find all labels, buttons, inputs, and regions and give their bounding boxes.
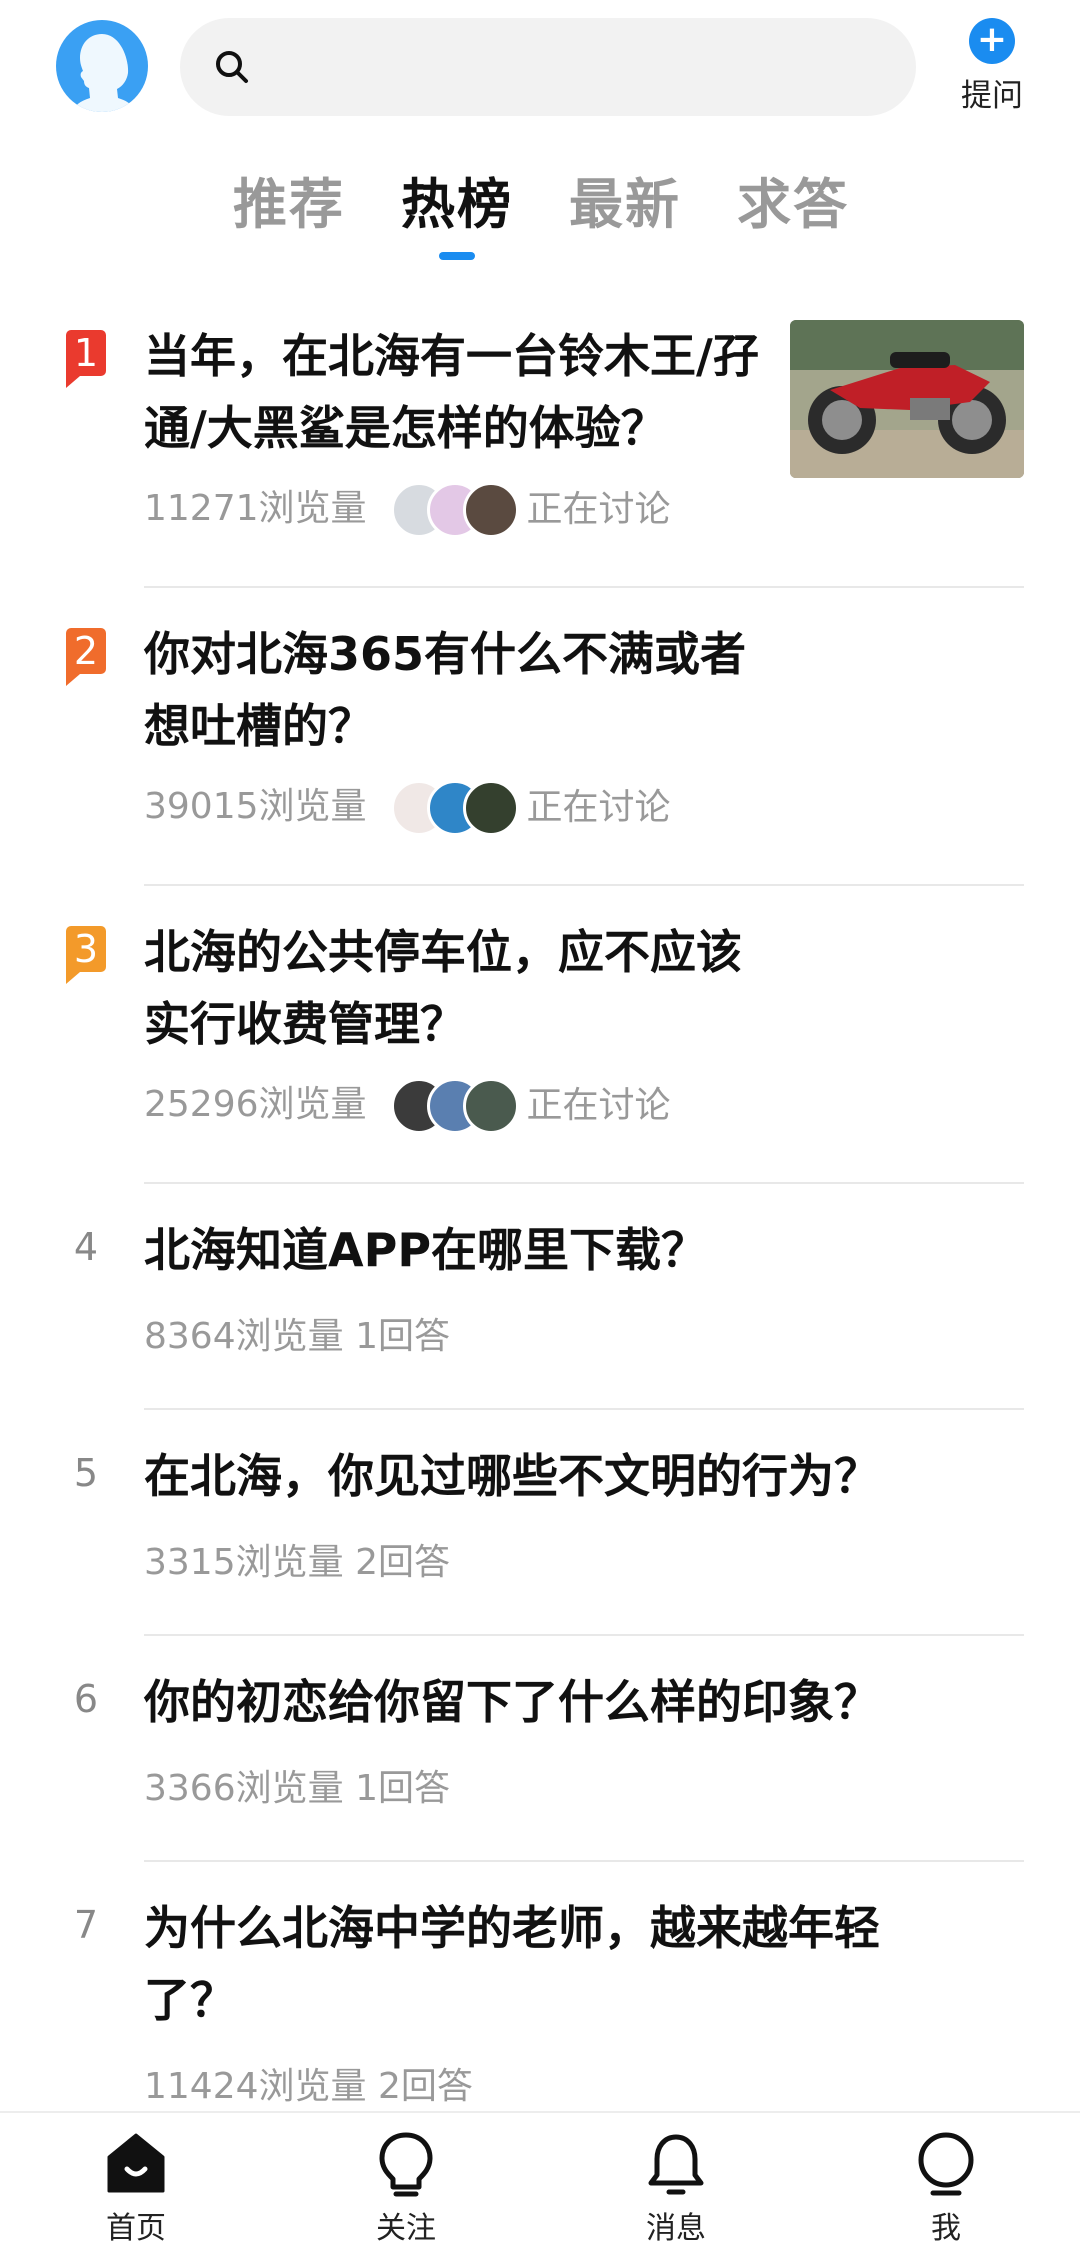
- answer-count: 1回答: [355, 1316, 450, 1357]
- avatar: [462, 1078, 519, 1134]
- nav-follow[interactable]: 关注: [346, 2129, 466, 2247]
- answer-count: 2回答: [355, 1542, 450, 1583]
- search-bar[interactable]: [180, 18, 916, 116]
- search-icon: [214, 49, 250, 85]
- top-bar: + 提问: [0, 0, 1080, 140]
- ask-label: 提问: [961, 78, 1023, 114]
- list-item[interactable]: 2 你对北海365有什么不满或者想吐槽的？ 39015浏览量 正在讨论: [0, 588, 1080, 886]
- view-count: 11424浏览量: [144, 2066, 367, 2107]
- avatar: [462, 482, 519, 538]
- rank-number: 7: [73, 1903, 99, 1947]
- question-title[interactable]: 你的初恋给你留下了什么样的印象？: [144, 1666, 944, 1738]
- ask-question-button[interactable]: + 提问: [952, 18, 1032, 122]
- rank-badge: 2: [66, 628, 106, 686]
- list-item[interactable]: 6 你的初恋给你留下了什么样的印象？ 3366浏览量 1回答: [0, 1636, 1080, 1862]
- question-meta: 11424浏览量 2回答: [144, 2062, 473, 2112]
- feed-tabs: 推荐 热榜 最新 求答: [0, 160, 1080, 260]
- nav-messages-label: 消息: [646, 2211, 706, 2246]
- rank-badge: 1: [66, 330, 106, 388]
- nav-me-label: 我: [931, 2211, 961, 2246]
- tab-hot-list[interactable]: 热榜: [392, 160, 522, 239]
- view-count: 8364浏览量: [144, 1316, 344, 1357]
- question-title[interactable]: 当年，在北海有一台铃木王/孖通/大黑鲨是怎样的体验？: [144, 320, 764, 464]
- view-count: 11271浏览量: [144, 488, 367, 529]
- list-item[interactable]: 3 北海的公共停车位，应不应该实行收费管理？ 25296浏览量 正在讨论: [0, 886, 1080, 1184]
- rank-badge: 3: [66, 926, 106, 984]
- rank-number: 4: [73, 1225, 99, 1269]
- view-count: 25296浏览量: [144, 1084, 367, 1125]
- question-title[interactable]: 你对北海365有什么不满或者想吐槽的？: [144, 618, 764, 762]
- participant-avatars: [390, 482, 521, 538]
- view-count: 3366浏览量: [144, 1768, 344, 1809]
- list-item[interactable]: 1 当年，在北海有一台铃木王/孖通/大黑鲨是怎样的体验？ 11271浏览量 正在…: [0, 290, 1080, 588]
- view-count: 39015浏览量: [144, 786, 367, 827]
- hot-question-list: 1 当年，在北海有一台铃木王/孖通/大黑鲨是怎样的体验？ 11271浏览量 正在…: [0, 290, 1080, 2162]
- profile-icon: [911, 2129, 981, 2199]
- list-item[interactable]: 4 北海知道APP在哪里下载？ 8364浏览量 1回答: [0, 1184, 1080, 1410]
- nav-follow-label: 关注: [376, 2211, 436, 2246]
- plus-icon: +: [969, 18, 1015, 64]
- answer-count: 2回答: [377, 2066, 473, 2107]
- nav-home[interactable]: 首页: [76, 2129, 196, 2247]
- question-meta: 8364浏览量 1回答: [144, 1312, 450, 1362]
- question-meta: 3366浏览量 1回答: [144, 1764, 450, 1814]
- rank-number: 5: [73, 1451, 99, 1495]
- rank-number: 6: [73, 1677, 99, 1721]
- user-avatar-icon[interactable]: [56, 20, 148, 112]
- nav-home-label: 首页: [106, 2211, 166, 2246]
- nav-messages[interactable]: 消息: [616, 2129, 736, 2247]
- lightbulb-icon: [371, 2129, 441, 2199]
- question-meta: 39015浏览量 正在讨论: [144, 780, 671, 836]
- view-count: 3315浏览量: [144, 1542, 344, 1583]
- question-thumbnail[interactable]: [790, 320, 1024, 478]
- active-tab-indicator: [439, 252, 475, 260]
- tab-seek-answers[interactable]: 求答: [728, 160, 858, 239]
- tab-recommend[interactable]: 推荐: [224, 160, 354, 239]
- question-meta: 3315浏览量 2回答: [144, 1538, 450, 1588]
- hot-list-page: + 提问 推荐 热榜 最新 求答 1 当年，在北海有一台铃木王/孖通/大黑鲨是怎…: [0, 0, 1080, 2247]
- question-title[interactable]: 北海的公共停车位，应不应该实行收费管理？: [144, 916, 764, 1060]
- question-title[interactable]: 为什么北海中学的老师，越来越年轻了？: [144, 1892, 944, 2036]
- home-icon: [101, 2129, 171, 2199]
- nav-me[interactable]: 我: [886, 2129, 1006, 2247]
- discussion-status: 正在讨论: [526, 1085, 671, 1126]
- bottom-nav: 首页 关注 消息 我: [0, 2111, 1080, 2247]
- answer-count: 1回答: [355, 1768, 450, 1809]
- participant-avatars: [390, 780, 521, 836]
- tab-latest[interactable]: 最新: [560, 160, 690, 239]
- participant-avatars: [390, 1078, 521, 1134]
- discussion-status: 正在讨论: [526, 787, 671, 828]
- question-title[interactable]: 在北海，你见过哪些不文明的行为？: [144, 1440, 944, 1512]
- list-item[interactable]: 5 在北海，你见过哪些不文明的行为？ 3315浏览量 2回答: [0, 1410, 1080, 1636]
- avatar: [462, 780, 519, 836]
- question-meta: 25296浏览量 正在讨论: [144, 1078, 671, 1134]
- question-title[interactable]: 北海知道APP在哪里下载？: [144, 1214, 944, 1286]
- discussion-status: 正在讨论: [526, 489, 671, 530]
- bell-icon: [641, 2129, 711, 2199]
- question-meta: 11271浏览量 正在讨论: [144, 482, 671, 538]
